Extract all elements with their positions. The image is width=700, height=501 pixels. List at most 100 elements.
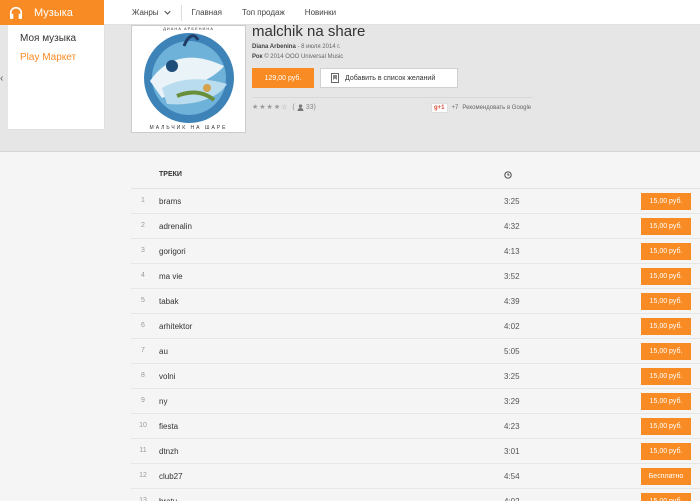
album-date: - 8 июля 2014 г. xyxy=(295,44,341,50)
track-number: 5 xyxy=(141,297,145,304)
gplus-count: +7 xyxy=(451,105,459,111)
cover-title-text: МАЛЬЧИК НА ШАРЕ xyxy=(149,125,228,131)
track-duration: 4:02 xyxy=(504,497,520,501)
track-list: ТРЕКИ 1 brams 3:25 15,00 руб. 2 adrenalin 4:32… xyxy=(131,160,700,501)
track-name: dtnzh xyxy=(159,447,179,456)
side-menu: Моя музыка Play Маркет xyxy=(8,25,105,130)
track-duration: 4:54 xyxy=(504,472,520,481)
album-header xyxy=(0,25,700,152)
chevron-down-icon xyxy=(163,10,171,15)
track-number: 11 xyxy=(139,447,147,454)
menu-play-market[interactable]: Play Маркет xyxy=(20,52,76,63)
track-number: 7 xyxy=(141,347,145,354)
track-row[interactable]: 5 tabak 4:39 15,00 руб. xyxy=(131,289,700,314)
track-number: 1 xyxy=(141,197,145,204)
menu-my-music[interactable]: Моя музыка xyxy=(20,33,76,44)
track-row[interactable]: 1 brams 3:25 15,00 руб. xyxy=(131,189,700,214)
track-duration: 3:01 xyxy=(504,447,520,456)
album-cover[interactable]: ДИАНА АРБЕНИНА МАЛЬЧИК НА ШАРЕ xyxy=(131,25,246,133)
tracks-header-label: ТРЕКИ xyxy=(159,170,182,178)
track-name: gorigori xyxy=(159,247,186,256)
track-name: brams xyxy=(159,197,182,206)
track-name: club27 xyxy=(159,472,183,481)
album-artist[interactable]: Diana Arbenina xyxy=(252,44,296,50)
track-row[interactable]: 2 adrenalin 4:32 15,00 руб. xyxy=(131,214,700,239)
buy-track-button[interactable]: 15,00 руб. xyxy=(641,368,691,385)
album-title: malchik na share xyxy=(252,23,366,40)
brand-button[interactable]: Музыка xyxy=(0,0,104,25)
album-genre-copyright: Рок © 2014 ООО Universal Music xyxy=(252,54,343,60)
buy-track-button[interactable]: 15,00 руб. xyxy=(641,218,691,235)
track-number: 12 xyxy=(139,472,147,479)
header-divider xyxy=(252,97,533,98)
track-row[interactable]: 13 bratu 4:02 15,00 руб. xyxy=(131,489,700,501)
track-number: 3 xyxy=(141,247,145,254)
track-number: 13 xyxy=(139,497,147,501)
track-number: 4 xyxy=(141,272,145,279)
track-name: au xyxy=(159,347,168,356)
buy-track-button[interactable]: 15,00 руб. xyxy=(641,243,691,260)
gplus-button[interactable]: g+1 xyxy=(431,103,448,113)
album-copyright: © 2014 ООО Universal Music xyxy=(262,54,344,60)
buy-track-button[interactable]: 15,00 руб. xyxy=(641,418,691,435)
album-artist-date: Diana Arbenina - 8 июля 2014 г. xyxy=(252,44,340,50)
rating: ★★★★☆ ( 33 ) xyxy=(252,103,316,112)
album-genre[interactable]: Рок xyxy=(252,54,263,60)
bookmark-icon xyxy=(331,73,339,83)
nav-genres-label: Жанры xyxy=(132,8,159,17)
nav-new[interactable]: Новинки xyxy=(295,0,346,25)
track-number: 10 xyxy=(139,422,147,429)
track-row[interactable]: 3 gorigori 4:13 15,00 руб. xyxy=(131,239,700,264)
buy-track-button[interactable]: 15,00 руб. xyxy=(641,343,691,360)
track-duration: 4:32 xyxy=(504,222,520,231)
track-row[interactable]: 8 volni 3:25 15,00 руб. xyxy=(131,364,700,389)
track-row[interactable]: 4 ma vie 3:52 15,00 руб. xyxy=(131,264,700,289)
track-duration: 3:52 xyxy=(504,272,520,281)
track-row[interactable]: 9 ny 3:29 15,00 руб. xyxy=(131,389,700,414)
track-rows: 1 brams 3:25 15,00 руб. 2 adrenalin 4:32 15,00 … xyxy=(131,189,700,501)
track-number: 6 xyxy=(141,322,145,329)
buy-track-button[interactable]: 15,00 руб. xyxy=(641,193,691,210)
track-name: bratu xyxy=(159,497,177,501)
track-row[interactable]: 7 au 5:05 15,00 руб. xyxy=(131,339,700,364)
nav-top-sales[interactable]: Топ продаж xyxy=(232,0,295,25)
brand-title: Музыка xyxy=(34,6,73,19)
track-duration: 4:13 xyxy=(504,247,520,256)
buy-track-button[interactable]: 15,00 руб. xyxy=(641,318,691,335)
clock-icon xyxy=(504,171,512,179)
track-list-header: ТРЕКИ xyxy=(131,160,700,189)
buy-track-button[interactable]: 15,00 руб. xyxy=(641,393,691,410)
track-row[interactable]: 12 club27 4:54 Бесплатно xyxy=(131,464,700,489)
track-name: ma vie xyxy=(159,272,183,281)
gplus-text: Рекомендовать в Google xyxy=(462,105,532,111)
back-arrow-icon[interactable]: ‹ xyxy=(0,73,3,84)
track-number: 8 xyxy=(141,372,145,379)
wishlist-label: Добавить в список желаний xyxy=(345,74,436,82)
track-name: volni xyxy=(159,372,176,381)
track-row[interactable]: 10 fiesta 4:23 15,00 руб. xyxy=(131,414,700,439)
nav-home[interactable]: Главная xyxy=(182,0,232,25)
buy-track-button[interactable]: Бесплатно xyxy=(641,468,691,485)
track-duration: 4:39 xyxy=(504,297,520,306)
track-duration: 4:23 xyxy=(504,422,520,431)
user-icon xyxy=(297,103,304,111)
track-number: 2 xyxy=(141,222,145,229)
buy-track-button[interactable]: 15,00 руб. xyxy=(641,493,691,501)
buy-album-button[interactable]: 129,00 руб. xyxy=(252,68,314,88)
nav-genres[interactable]: Жанры xyxy=(122,0,181,25)
headphones-icon xyxy=(9,6,23,19)
top-bar: Музыка Жанры Главная Топ продаж Новинки xyxy=(0,0,700,25)
buy-track-button[interactable]: 15,00 руб. xyxy=(641,268,691,285)
cover-art-image xyxy=(144,33,234,123)
buy-track-button[interactable]: 15,00 руб. xyxy=(641,293,691,310)
track-name: ny xyxy=(159,397,168,406)
track-row[interactable]: 6 arhitektor 4:02 15,00 руб. xyxy=(131,314,700,339)
track-row[interactable]: 11 dtnzh 3:01 15,00 руб. xyxy=(131,439,700,464)
buy-track-button[interactable]: 15,00 руб. xyxy=(641,443,691,460)
top-nav: Жанры Главная Топ продаж Новинки xyxy=(122,0,346,25)
gplus-widget: g+1 +7 Рекомендовать в Google xyxy=(431,103,531,113)
track-name: arhitektor xyxy=(159,322,193,331)
add-to-wishlist-button[interactable]: Добавить в список желаний xyxy=(320,68,458,88)
rating-count: 33 xyxy=(305,103,314,111)
track-duration: 5:05 xyxy=(504,347,520,356)
